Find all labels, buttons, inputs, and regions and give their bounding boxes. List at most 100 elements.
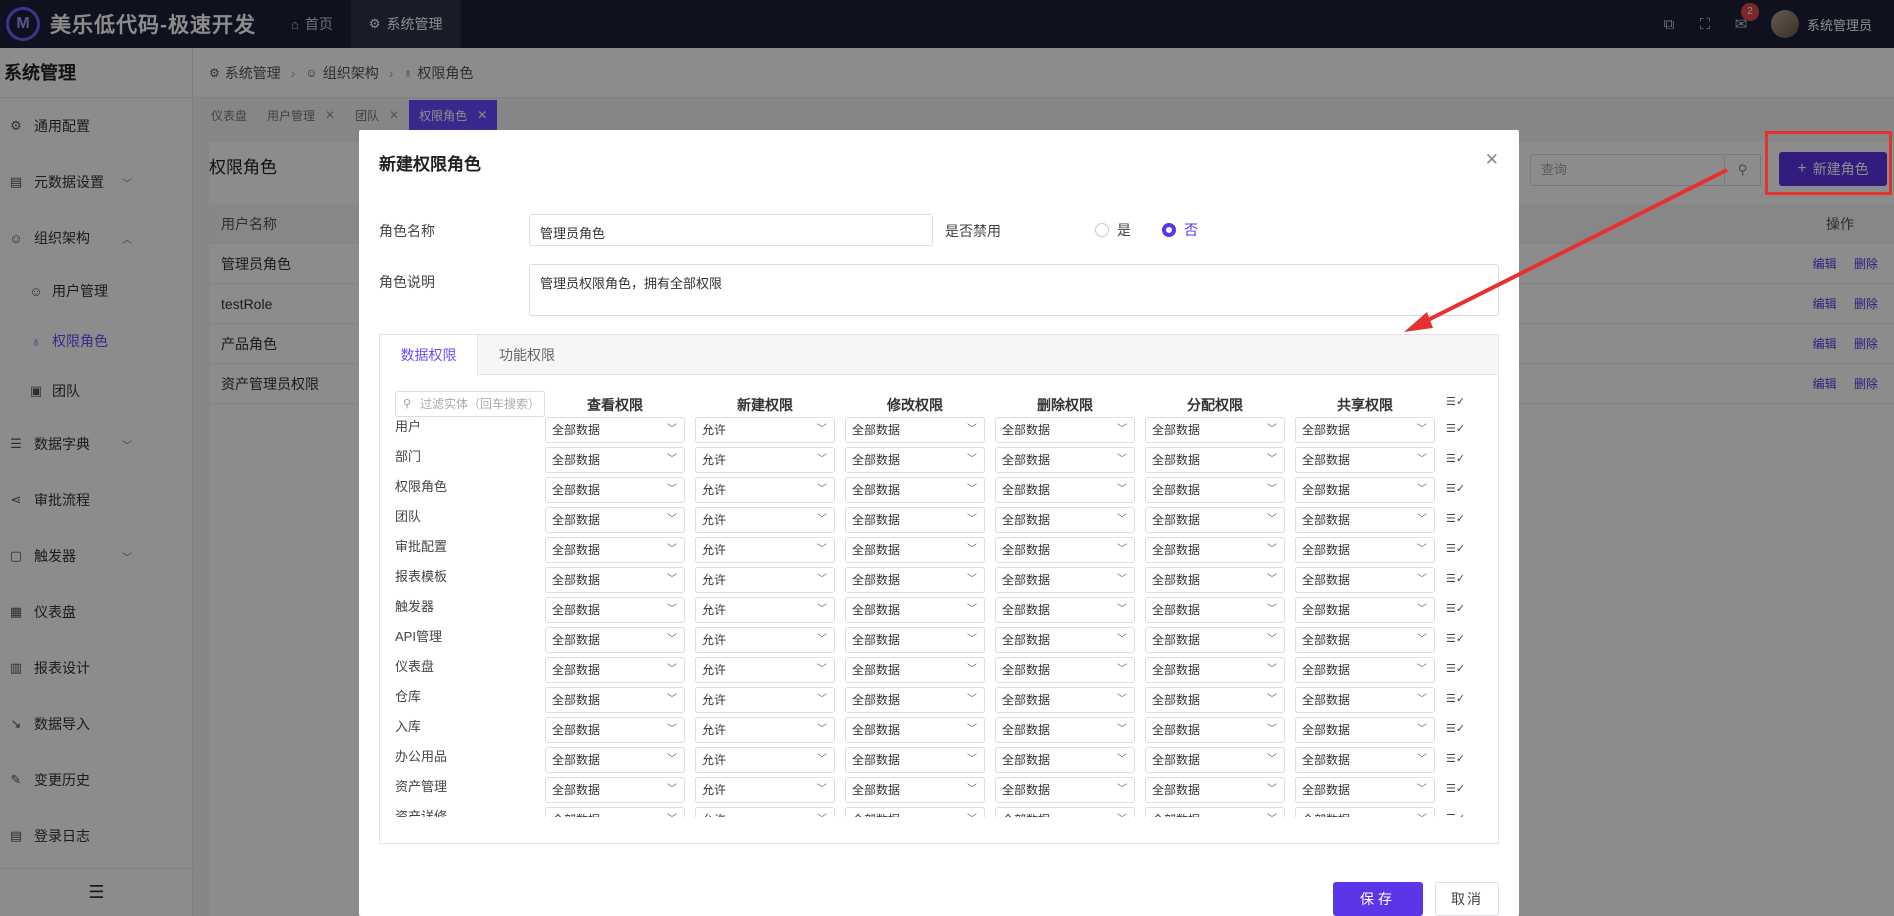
permission-select[interactable]: 全部数据 ﹀ bbox=[1145, 417, 1285, 443]
permission-select[interactable]: 全部数据 ﹀ bbox=[1145, 567, 1285, 593]
permission-select[interactable]: 全部数据 ﹀ bbox=[545, 657, 685, 683]
permission-select[interactable]: 全部数据 ﹀ bbox=[545, 417, 685, 443]
permission-select[interactable]: 全部数据 ﹀ bbox=[1295, 477, 1435, 503]
row-batch-set-icon[interactable]: ☰✓ bbox=[1446, 662, 1465, 675]
save-button[interactable]: 保存 bbox=[1333, 882, 1423, 916]
permission-select[interactable]: 允许 ﹀ bbox=[695, 417, 835, 443]
permission-select[interactable]: 全部数据 ﹀ bbox=[995, 777, 1135, 803]
permission-select[interactable]: 全部数据 ﹀ bbox=[845, 687, 985, 713]
permission-select[interactable]: 全部数据 ﹀ bbox=[1295, 597, 1435, 623]
permission-select[interactable]: 全部数据 ﹀ bbox=[1145, 747, 1285, 773]
permission-select[interactable]: 全部数据 ﹀ bbox=[1295, 537, 1435, 563]
permission-select[interactable]: 允许 ﹀ bbox=[695, 717, 835, 743]
radio-yes[interactable]: 是 bbox=[1095, 220, 1131, 240]
row-batch-set-icon[interactable]: ☰✓ bbox=[1446, 512, 1465, 525]
permission-select[interactable]: 允许 ﹀ bbox=[695, 507, 835, 533]
permission-select[interactable]: 全部数据 ﹀ bbox=[1145, 657, 1285, 683]
permission-select[interactable]: 全部数据 ﹀ bbox=[545, 717, 685, 743]
permission-select[interactable]: 允许 ﹀ bbox=[695, 567, 835, 593]
role-name-field[interactable]: 管理员角色 bbox=[529, 214, 933, 246]
radio-no[interactable]: 否 bbox=[1162, 220, 1198, 240]
permission-select[interactable]: 全部数据 ﹀ bbox=[845, 567, 985, 593]
permission-select[interactable]: 全部数据 ﹀ bbox=[995, 447, 1135, 473]
permission-select[interactable]: 全部数据 ﹀ bbox=[995, 657, 1135, 683]
permission-select[interactable]: 全部数据 ﹀ bbox=[1145, 807, 1285, 817]
permission-select[interactable]: 全部数据 ﹀ bbox=[1295, 657, 1435, 683]
permission-select[interactable]: 全部数据 ﹀ bbox=[1145, 477, 1285, 503]
permission-select[interactable]: 全部数据 ﹀ bbox=[995, 597, 1135, 623]
permission-select[interactable]: 全部数据 ﹀ bbox=[995, 477, 1135, 503]
row-batch-set-icon[interactable]: ☰✓ bbox=[1446, 722, 1465, 735]
permission-select[interactable]: 全部数据 ﹀ bbox=[845, 717, 985, 743]
permission-select[interactable]: 全部数据 ﹀ bbox=[545, 477, 685, 503]
permission-select[interactable]: 全部数据 ﹀ bbox=[845, 627, 985, 653]
permission-select[interactable]: 全部数据 ﹀ bbox=[1295, 417, 1435, 443]
tab-data-permission[interactable]: 数据权限 bbox=[380, 335, 478, 376]
row-batch-set-icon[interactable]: ☰✓ bbox=[1446, 452, 1465, 465]
desc-textarea[interactable]: 管理员权限角色，拥有全部权限 bbox=[529, 264, 1499, 316]
permission-select[interactable]: 全部数据 ﹀ bbox=[845, 447, 985, 473]
permission-select[interactable]: 全部数据 ﹀ bbox=[845, 477, 985, 503]
batch-set-icon[interactable]: ☰✓ bbox=[1446, 395, 1465, 408]
row-batch-set-icon[interactable]: ☰✓ bbox=[1446, 542, 1465, 555]
permission-select[interactable]: 全部数据 ﹀ bbox=[545, 537, 685, 563]
permission-select[interactable]: 全部数据 ﹀ bbox=[1145, 717, 1285, 743]
cancel-button[interactable]: 取消 bbox=[1435, 882, 1499, 916]
permission-select[interactable]: 全部数据 ﹀ bbox=[845, 657, 985, 683]
row-batch-set-icon[interactable]: ☰✓ bbox=[1446, 572, 1465, 585]
permission-select[interactable]: 全部数据 ﹀ bbox=[545, 597, 685, 623]
permission-select[interactable]: 全部数据 ﹀ bbox=[995, 687, 1135, 713]
row-batch-set-icon[interactable]: ☰✓ bbox=[1446, 632, 1465, 645]
row-batch-set-icon[interactable]: ☰✓ bbox=[1446, 752, 1465, 765]
permission-select[interactable]: 全部数据 ﹀ bbox=[1295, 567, 1435, 593]
permission-select[interactable]: 允许 ﹀ bbox=[695, 807, 835, 817]
permission-select[interactable]: 全部数据 ﹀ bbox=[1145, 537, 1285, 563]
row-batch-set-icon[interactable]: ☰✓ bbox=[1446, 782, 1465, 795]
row-batch-set-icon[interactable]: ☰✓ bbox=[1446, 692, 1465, 705]
permission-select[interactable]: 全部数据 ﹀ bbox=[545, 567, 685, 593]
entity-filter-input[interactable]: ⚲ 过滤实体（回车搜索） bbox=[395, 391, 545, 417]
permission-select[interactable]: 全部数据 ﹀ bbox=[995, 567, 1135, 593]
permission-select[interactable]: 全部数据 ﹀ bbox=[845, 597, 985, 623]
permission-select[interactable]: 全部数据 ﹀ bbox=[845, 537, 985, 563]
permission-select[interactable]: 允许 ﹀ bbox=[695, 777, 835, 803]
permission-select[interactable]: 全部数据 ﹀ bbox=[1295, 777, 1435, 803]
permission-select[interactable]: 全部数据 ﹀ bbox=[1145, 777, 1285, 803]
tab-function-permission[interactable]: 功能权限 bbox=[478, 335, 576, 374]
permission-select[interactable]: 允许 ﹀ bbox=[695, 747, 835, 773]
permission-select[interactable]: 允许 ﹀ bbox=[695, 657, 835, 683]
permission-select[interactable]: 全部数据 ﹀ bbox=[1295, 627, 1435, 653]
permission-select[interactable]: 全部数据 ﹀ bbox=[995, 627, 1135, 653]
permission-select[interactable]: 全部数据 ﹀ bbox=[545, 627, 685, 653]
permission-select[interactable]: 全部数据 ﹀ bbox=[1145, 627, 1285, 653]
permission-select[interactable]: 全部数据 ﹀ bbox=[1145, 687, 1285, 713]
row-batch-set-icon[interactable]: ☰✓ bbox=[1446, 812, 1465, 817]
permission-select[interactable]: 全部数据 ﹀ bbox=[845, 507, 985, 533]
permission-select[interactable]: 全部数据 ﹀ bbox=[545, 687, 685, 713]
permission-select[interactable]: 全部数据 ﹀ bbox=[1295, 447, 1435, 473]
permission-select[interactable]: 全部数据 ﹀ bbox=[545, 447, 685, 473]
permission-select[interactable]: 全部数据 ﹀ bbox=[995, 717, 1135, 743]
permission-select[interactable]: 全部数据 ﹀ bbox=[545, 747, 685, 773]
permission-select[interactable]: 全部数据 ﹀ bbox=[995, 807, 1135, 817]
row-batch-set-icon[interactable]: ☰✓ bbox=[1446, 482, 1465, 495]
permission-select[interactable]: 全部数据 ﹀ bbox=[995, 507, 1135, 533]
permission-select[interactable]: 全部数据 ﹀ bbox=[1295, 747, 1435, 773]
permission-select[interactable]: 全部数据 ﹀ bbox=[1295, 807, 1435, 817]
permission-select[interactable]: 允许 ﹀ bbox=[695, 687, 835, 713]
permission-select[interactable]: 全部数据 ﹀ bbox=[995, 417, 1135, 443]
permission-select[interactable]: 全部数据 ﹀ bbox=[995, 537, 1135, 563]
permission-select[interactable]: 全部数据 ﹀ bbox=[1295, 687, 1435, 713]
permission-select[interactable]: 全部数据 ﹀ bbox=[845, 417, 985, 443]
row-batch-set-icon[interactable]: ☰✓ bbox=[1446, 602, 1465, 615]
permission-select[interactable]: 全部数据 ﹀ bbox=[1145, 597, 1285, 623]
permission-select[interactable]: 全部数据 ﹀ bbox=[1145, 447, 1285, 473]
permission-select[interactable]: 全部数据 ﹀ bbox=[545, 777, 685, 803]
permission-select[interactable]: 允许 ﹀ bbox=[695, 627, 835, 653]
permission-select[interactable]: 全部数据 ﹀ bbox=[845, 747, 985, 773]
close-icon[interactable]: ✕ bbox=[1485, 150, 1499, 170]
permission-select[interactable]: 全部数据 ﹀ bbox=[845, 777, 985, 803]
row-batch-set-icon[interactable]: ☰✓ bbox=[1446, 422, 1465, 435]
permission-select[interactable]: 全部数据 ﹀ bbox=[545, 807, 685, 817]
permission-select[interactable]: 允许 ﹀ bbox=[695, 447, 835, 473]
